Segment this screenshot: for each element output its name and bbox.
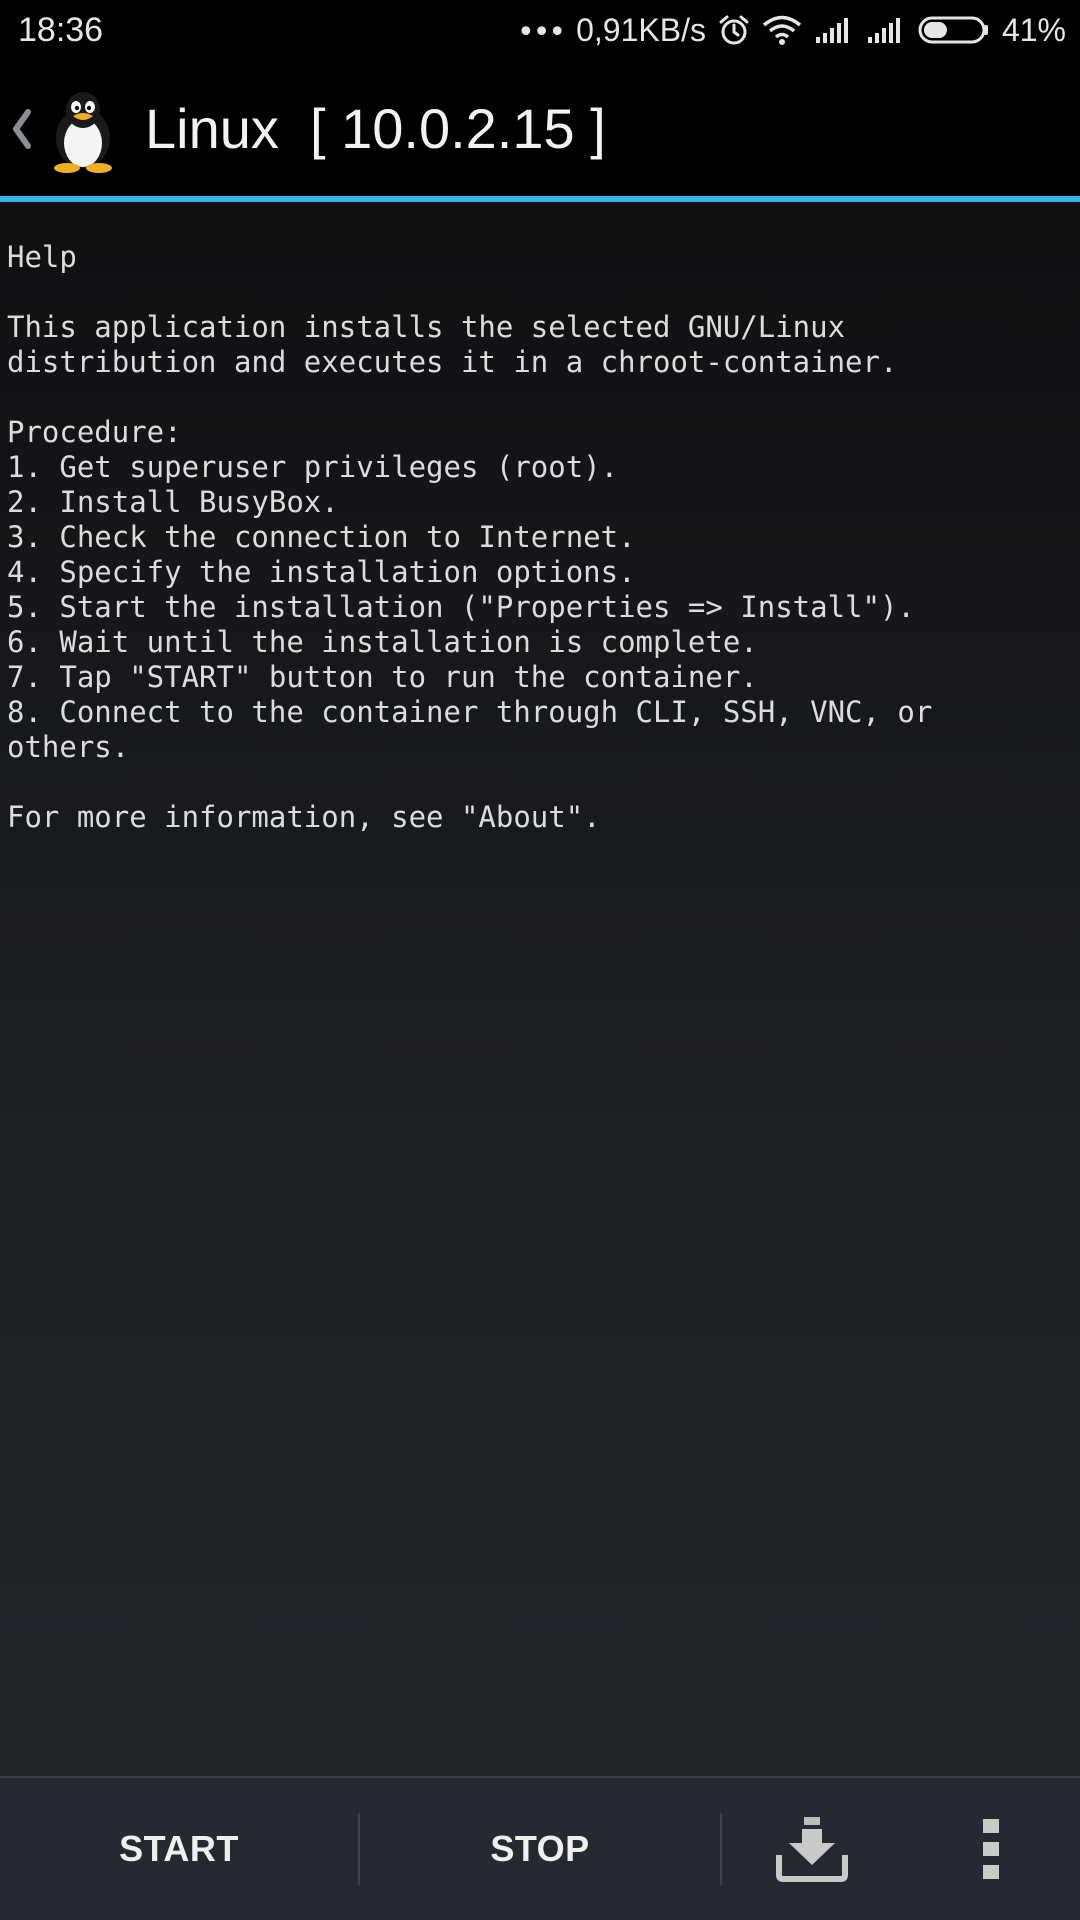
help-line bbox=[7, 275, 1080, 310]
help-line: This application installs the selected G… bbox=[7, 310, 846, 344]
help-line: 3. Check the connection to Internet. bbox=[7, 520, 636, 554]
signal-icon bbox=[867, 18, 900, 43]
battery-icon bbox=[918, 16, 988, 44]
help-line: 7. Tap "START" button to run the contain… bbox=[7, 660, 758, 694]
help-line: distribution and executes it in a chroot… bbox=[7, 345, 898, 379]
wifi-icon bbox=[762, 15, 802, 45]
overflow-menu-button[interactable] bbox=[902, 1778, 1080, 1920]
tux-penguin-icon[interactable] bbox=[40, 88, 126, 174]
help-line: For more information, see "About". bbox=[7, 800, 601, 834]
help-line: Procedure: bbox=[7, 415, 182, 449]
help-line: 2. Install BusyBox. bbox=[7, 485, 339, 519]
download-icon bbox=[776, 1817, 848, 1882]
overflow-menu-icon bbox=[983, 1819, 999, 1879]
signal-icon bbox=[815, 18, 848, 43]
bottom-toolbar: START STOP bbox=[0, 1776, 1080, 1920]
help-line: 4. Specify the installation options. bbox=[7, 555, 636, 589]
status-bar: 18:36 ••• 0,91KB/s 41% bbox=[0, 0, 1080, 60]
help-text: Help This application installs the select… bbox=[0, 202, 1080, 835]
start-button[interactable]: START bbox=[0, 1778, 358, 1920]
stop-button[interactable]: STOP bbox=[360, 1778, 720, 1920]
action-bar: Linux [ 10.0.2.15 ] bbox=[0, 60, 1080, 198]
help-line bbox=[7, 380, 1080, 415]
alarm-icon bbox=[719, 15, 749, 45]
help-line: others. bbox=[7, 730, 130, 764]
status-time: 18:36 bbox=[18, 11, 104, 49]
battery-percent: 41% bbox=[1001, 12, 1066, 48]
help-line: 1. Get superuser privileges (root). bbox=[7, 450, 619, 484]
help-line: 5. Start the installation ("Properties =… bbox=[7, 590, 915, 624]
help-line: 8. Connect to the container through CLI,… bbox=[7, 695, 933, 729]
status-icons: ••• 0,91KB/s 41% bbox=[517, 8, 1066, 52]
chevron-left-icon[interactable] bbox=[8, 104, 34, 154]
help-heading: Help bbox=[7, 240, 77, 274]
app-screen: 18:36 ••• 0,91KB/s 41% Linux [10.0.2.15… bbox=[0, 0, 1080, 1920]
help-content: Help This application installs the select… bbox=[0, 202, 1080, 1776]
help-line: 6. Wait until the installation is comple… bbox=[7, 625, 758, 659]
network-speed: 0,91KB/s bbox=[576, 12, 706, 48]
more-dots-icon: ••• bbox=[517, 15, 566, 50]
install-button[interactable] bbox=[722, 1778, 902, 1920]
help-line bbox=[7, 765, 1080, 800]
page-title: Linux [ 10.0.2.15 ] bbox=[145, 97, 606, 160]
